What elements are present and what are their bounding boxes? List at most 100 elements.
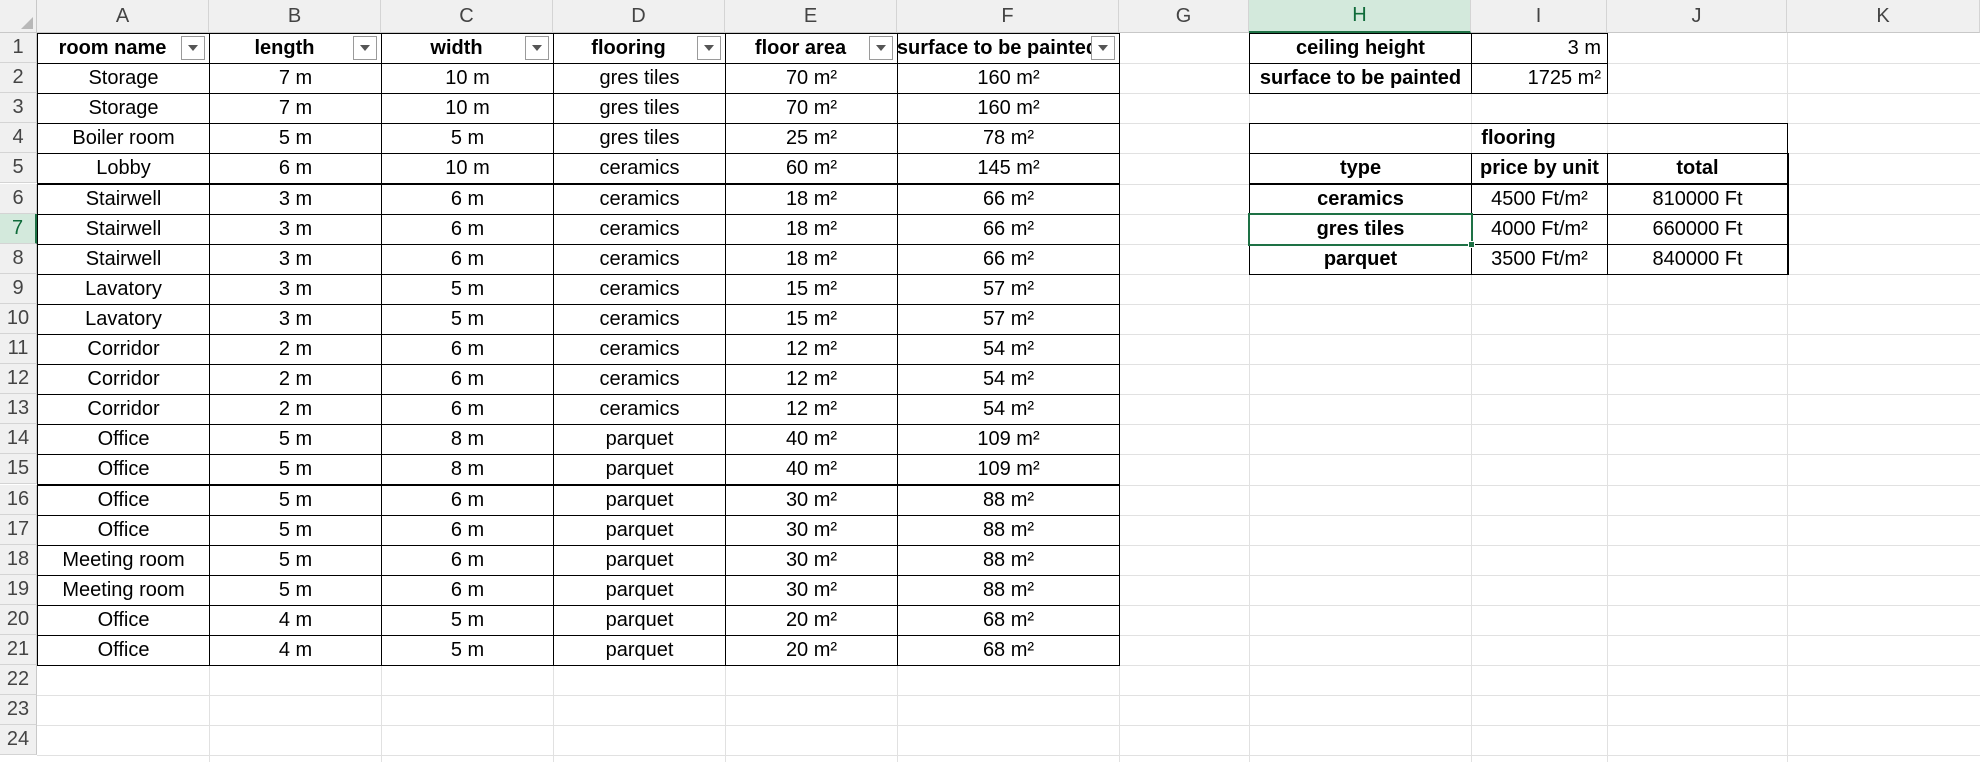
surface-to-be-painted-value[interactable]: 1725 m² [1471,63,1608,95]
column-header-h[interactable]: H [1249,0,1471,33]
table-cell[interactable]: 160 m² [897,93,1120,125]
row-header-20[interactable]: 20 [0,604,37,635]
table-cell[interactable]: 5 m [381,635,554,667]
table-cell[interactable]: 2 m [209,364,382,396]
table-cell[interactable]: 6 m [381,394,554,426]
table-cell[interactable]: 6 m [209,153,382,185]
table-cell[interactable]: 4 m [209,604,382,636]
row-header-17[interactable]: 17 [0,514,37,545]
column-header-c[interactable]: C [381,0,553,33]
row-header-22[interactable]: 22 [0,665,37,696]
table-cell[interactable]: parquet [553,574,726,606]
table-cell[interactable]: ceramics [553,394,726,426]
row-header-5[interactable]: 5 [0,153,37,184]
table-cell[interactable]: Stairwell [37,243,210,275]
row-header-9[interactable]: 9 [0,273,37,304]
table-cell[interactable]: 8 m [381,424,554,456]
table-cell[interactable]: 66 m² [897,243,1120,275]
table-cell[interactable]: 5 m [209,123,382,155]
surface-to-be-painted-label[interactable]: surface to be painted [1249,63,1472,95]
table-cell[interactable]: parquet [553,424,726,456]
row-header-23[interactable]: 23 [0,695,37,726]
table-cell[interactable]: Office [37,454,210,486]
table-cell[interactable]: Stairwell [37,183,210,215]
table-cell[interactable]: 15 m² [725,303,898,335]
row-header-12[interactable]: 12 [0,364,37,395]
table-cell[interactable]: 6 m [381,183,554,215]
table-cell[interactable]: 5 m [209,454,382,486]
flooring-cell[interactable]: 4000 Ft/m² [1471,213,1608,245]
table-cell[interactable]: 68 m² [897,604,1120,636]
column-header-b[interactable]: B [209,0,381,33]
row-header-15[interactable]: 15 [0,454,37,485]
table-cell[interactable]: 54 m² [897,364,1120,396]
flooring-cell[interactable]: 3 db [1787,213,1789,245]
row-header-13[interactable]: 13 [0,394,37,425]
table-cell[interactable]: 70 m² [725,93,898,125]
table-cell[interactable]: Lavatory [37,303,210,335]
column-header-g[interactable]: G [1119,0,1249,33]
table-cell[interactable]: 40 m² [725,424,898,456]
table-cell[interactable]: Corridor [37,394,210,426]
filter-dropdown-icon[interactable] [353,36,377,60]
table-cell[interactable]: Storage [37,63,210,95]
flooring-table-title[interactable]: flooring [1249,123,1788,155]
ceiling-height-label[interactable]: ceiling height [1249,33,1472,65]
flooring-cell[interactable]: 4500 Ft/m² [1471,183,1608,215]
table-cell[interactable]: parquet [553,604,726,636]
table-cell[interactable]: ceramics [553,303,726,335]
row-header-3[interactable]: 3 [0,93,37,124]
table-cell[interactable]: 54 m² [897,334,1120,366]
row-header-8[interactable]: 8 [0,243,37,274]
table-cell[interactable]: ceramics [553,153,726,185]
table-cell[interactable]: 3 m [209,243,382,275]
table-cell[interactable]: 6 m [381,514,554,546]
table-cell[interactable]: 3 m [209,183,382,215]
flooring-header-cell[interactable]: total [1607,153,1788,185]
table-cell[interactable]: parquet [553,484,726,516]
table-cell[interactable]: Office [37,514,210,546]
table-cell[interactable]: Office [37,635,210,667]
row-header-7[interactable]: 7 [0,213,37,244]
flooring-cell[interactable]: 8 db [1787,243,1789,275]
table-cell[interactable]: ceramics [553,213,726,245]
table-cell[interactable]: 30 m² [725,574,898,606]
flooring-header-cell[interactable]: price by unit [1471,153,1608,185]
fill-handle[interactable] [1468,240,1475,248]
row-header-2[interactable]: 2 [0,63,37,94]
table-cell[interactable]: Storage [37,93,210,125]
table-cell[interactable]: 54 m² [897,394,1120,426]
table-cell[interactable]: 78 m² [897,123,1120,155]
table-cell[interactable]: 109 m² [897,424,1120,456]
table-cell[interactable]: 30 m² [725,514,898,546]
table-cell[interactable]: Office [37,424,210,456]
row-header-24[interactable]: 24 [0,725,37,756]
table-cell[interactable]: 5 m [381,123,554,155]
table-cell[interactable]: 12 m² [725,394,898,426]
table-cell[interactable]: 7 m [209,63,382,95]
table-cell[interactable]: 30 m² [725,484,898,516]
flooring-type-cell[interactable]: gres tiles [1249,213,1472,245]
filter-dropdown-icon[interactable] [525,36,549,60]
table-cell[interactable]: 10 m [381,93,554,125]
table-cell[interactable]: 70 m² [725,63,898,95]
table-cell[interactable]: 5 m [209,484,382,516]
flooring-type-cell[interactable]: parquet [1249,243,1472,275]
flooring-cell[interactable]: 9 db [1787,183,1789,215]
column-header-a[interactable]: A [37,0,209,33]
table-cell[interactable]: Corridor [37,334,210,366]
flooring-cell[interactable]: 840000 Ft [1607,243,1788,275]
table-cell[interactable]: 25 m² [725,123,898,155]
table-cell[interactable]: 66 m² [897,183,1120,215]
table-cell[interactable]: 88 m² [897,514,1120,546]
row-header-16[interactable]: 16 [0,484,37,515]
table-cell[interactable]: 2 m [209,394,382,426]
table-cell[interactable]: 68 m² [897,635,1120,667]
row-header-6[interactable]: 6 [0,183,37,214]
table-cell[interactable]: Boiler room [37,123,210,155]
filter-dropdown-icon[interactable] [869,36,893,60]
column-header-d[interactable]: D [553,0,725,33]
table-cell[interactable]: 3 m [209,273,382,305]
table-cell[interactable]: 7 m [209,93,382,125]
select-all-corner[interactable] [0,0,37,33]
